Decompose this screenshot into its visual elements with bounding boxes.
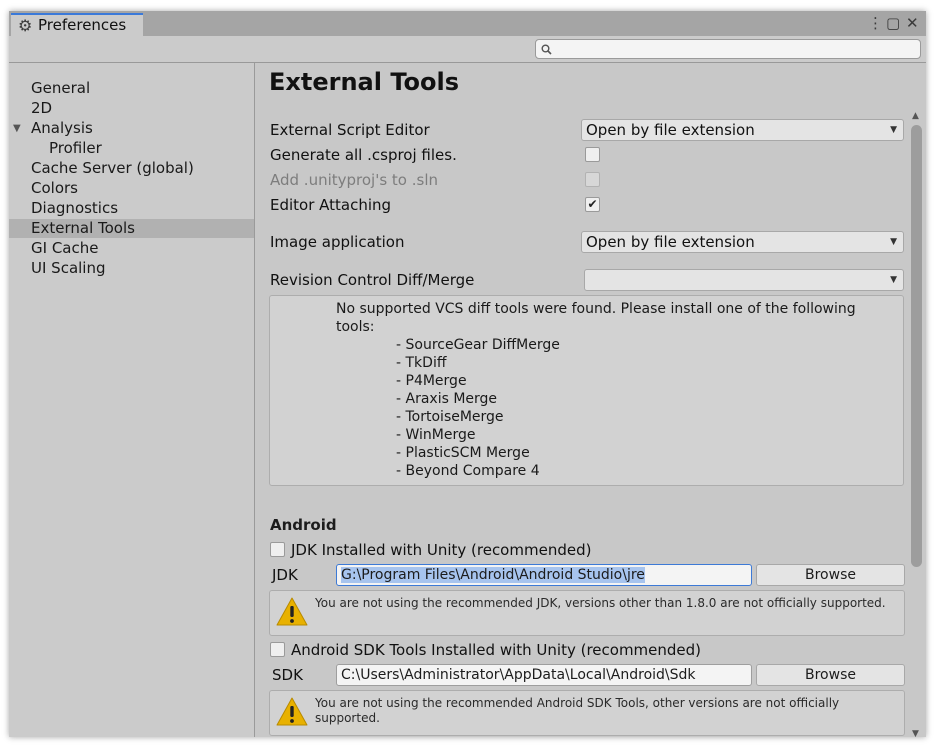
vcs-tool-item: - PlasticSCM Merge — [396, 445, 530, 461]
image-application-dropdown[interactable]: Open by file extension ▼ — [581, 231, 904, 253]
sidebar-item-ui-scaling[interactable]: UI Scaling — [9, 259, 254, 278]
warning-icon — [276, 597, 308, 626]
sidebar-item-cache-server[interactable]: Cache Server (global) — [9, 159, 254, 178]
jdk-browse-button[interactable]: Browse — [756, 564, 905, 586]
add-unityproj-label: Add .unityproj's to .sln — [270, 171, 439, 189]
revision-control-label: Revision Control Diff/Merge — [270, 271, 475, 289]
tab-preferences[interactable]: ⚙ Preferences — [11, 13, 143, 36]
vcs-message: No supported VCS diff tools were found. … — [336, 301, 856, 335]
sdk-warning-text: You are not using the recommended Androi… — [315, 696, 840, 725]
jdk-path-value: G:\Program Files\Android\Android Studio\… — [341, 567, 645, 583]
search-bar — [9, 36, 926, 63]
more-options-icon[interactable]: ⋮ — [868, 14, 883, 32]
scrollbar-thumb[interactable] — [911, 125, 922, 567]
jdk-installed-checkbox[interactable] — [270, 542, 285, 557]
editor-attaching-label: Editor Attaching — [270, 196, 392, 214]
vcs-tool-item: - TortoiseMerge — [396, 409, 504, 425]
jdk-warning-text: You are not using the recommended JDK, v… — [315, 596, 886, 610]
search-input[interactable] — [535, 39, 921, 59]
jdk-warning-box: You are not using the recommended JDK, v… — [269, 590, 905, 636]
search-icon — [541, 44, 552, 55]
script-editor-value: Open by file extension — [586, 121, 755, 139]
scroll-up-icon[interactable]: ▲ — [912, 111, 919, 121]
generate-csproj-label: Generate all .csproj files. — [270, 146, 457, 164]
script-editor-label: External Script Editor — [270, 121, 430, 139]
maximize-icon[interactable]: ▢ — [886, 14, 900, 32]
preferences-window: ⚙ Preferences ⋮ ▢ ✕ General 2D ▼ Analysi… — [9, 11, 926, 737]
sdk-installed-checkbox[interactable] — [270, 642, 285, 657]
tab-label: Preferences — [38, 16, 127, 34]
android-section-heading: Android — [270, 516, 337, 534]
script-editor-dropdown[interactable]: Open by file extension ▼ — [581, 119, 904, 141]
sdk-path-field[interactable]: C:\Users\Administrator\AppData\Local\And… — [336, 664, 752, 686]
vcs-tool-item: - Araxis Merge — [396, 391, 498, 407]
checkmark-icon: ✔ — [587, 197, 598, 211]
sdk-installed-label: Android SDK Tools Installed with Unity (… — [291, 641, 702, 659]
chevron-down-icon: ▼ — [890, 275, 897, 285]
vcs-tool-item: - TkDiff — [396, 355, 447, 371]
scroll-down-icon[interactable]: ▼ — [912, 729, 919, 737]
vcs-tool-item: - WinMerge — [396, 427, 476, 443]
jdk-label: JDK — [272, 566, 298, 584]
sdk-path-value: C:\Users\Administrator\AppData\Local\And… — [341, 667, 696, 683]
sidebar-item-profiler[interactable]: Profiler — [9, 139, 254, 158]
vcs-tool-item: - SourceGear DiffMerge — [396, 337, 560, 353]
add-unityproj-checkbox — [585, 172, 600, 187]
page-title: External Tools — [269, 68, 459, 96]
editor-attaching-checkbox[interactable]: ✔ — [585, 197, 600, 212]
chevron-down-icon: ▼ — [890, 237, 897, 247]
chevron-down-icon: ▼ — [890, 125, 897, 135]
tab-bar: ⚙ Preferences ⋮ ▢ ✕ — [9, 11, 926, 36]
sidebar-item-colors[interactable]: Colors — [9, 179, 254, 198]
revision-control-dropdown[interactable]: ▼ — [584, 269, 904, 291]
expand-triangle-icon[interactable]: ▼ — [13, 119, 21, 138]
sidebar-item-2d[interactable]: 2D — [9, 99, 254, 118]
sdk-warning-box: You are not using the recommended Androi… — [269, 690, 905, 736]
jdk-installed-label: JDK Installed with Unity (recommended) — [291, 541, 592, 559]
sidebar-item-gi-cache[interactable]: GI Cache — [9, 239, 254, 258]
vcs-tool-item: - Beyond Compare 4 — [396, 463, 540, 479]
sidebar-item-external-tools[interactable]: External Tools — [9, 219, 254, 238]
gear-icon: ⚙ — [18, 16, 33, 35]
sdk-browse-button[interactable]: Browse — [756, 664, 905, 686]
sdk-label: SDK — [272, 666, 303, 684]
jdk-path-field[interactable]: G:\Program Files\Android\Android Studio\… — [336, 564, 752, 586]
warning-icon — [276, 697, 308, 726]
generate-csproj-checkbox[interactable] — [585, 147, 600, 162]
vcs-help-box: No supported VCS diff tools were found. … — [269, 295, 904, 486]
sidebar-item-analysis[interactable]: ▼ Analysis — [9, 119, 254, 138]
sidebar-item-general[interactable]: General — [9, 79, 254, 98]
preferences-sidebar: General 2D ▼ Analysis Profiler Cache Ser… — [9, 63, 255, 737]
close-icon[interactable]: ✕ — [906, 14, 919, 32]
preferences-content: External Tools External Script Editor Op… — [256, 63, 926, 737]
image-application-value: Open by file extension — [586, 233, 755, 251]
image-application-label: Image application — [270, 233, 405, 251]
vertical-scrollbar[interactable]: ▲ ▼ — [909, 107, 924, 737]
sidebar-item-diagnostics[interactable]: Diagnostics — [9, 199, 254, 218]
vcs-tool-item: - P4Merge — [396, 373, 467, 389]
